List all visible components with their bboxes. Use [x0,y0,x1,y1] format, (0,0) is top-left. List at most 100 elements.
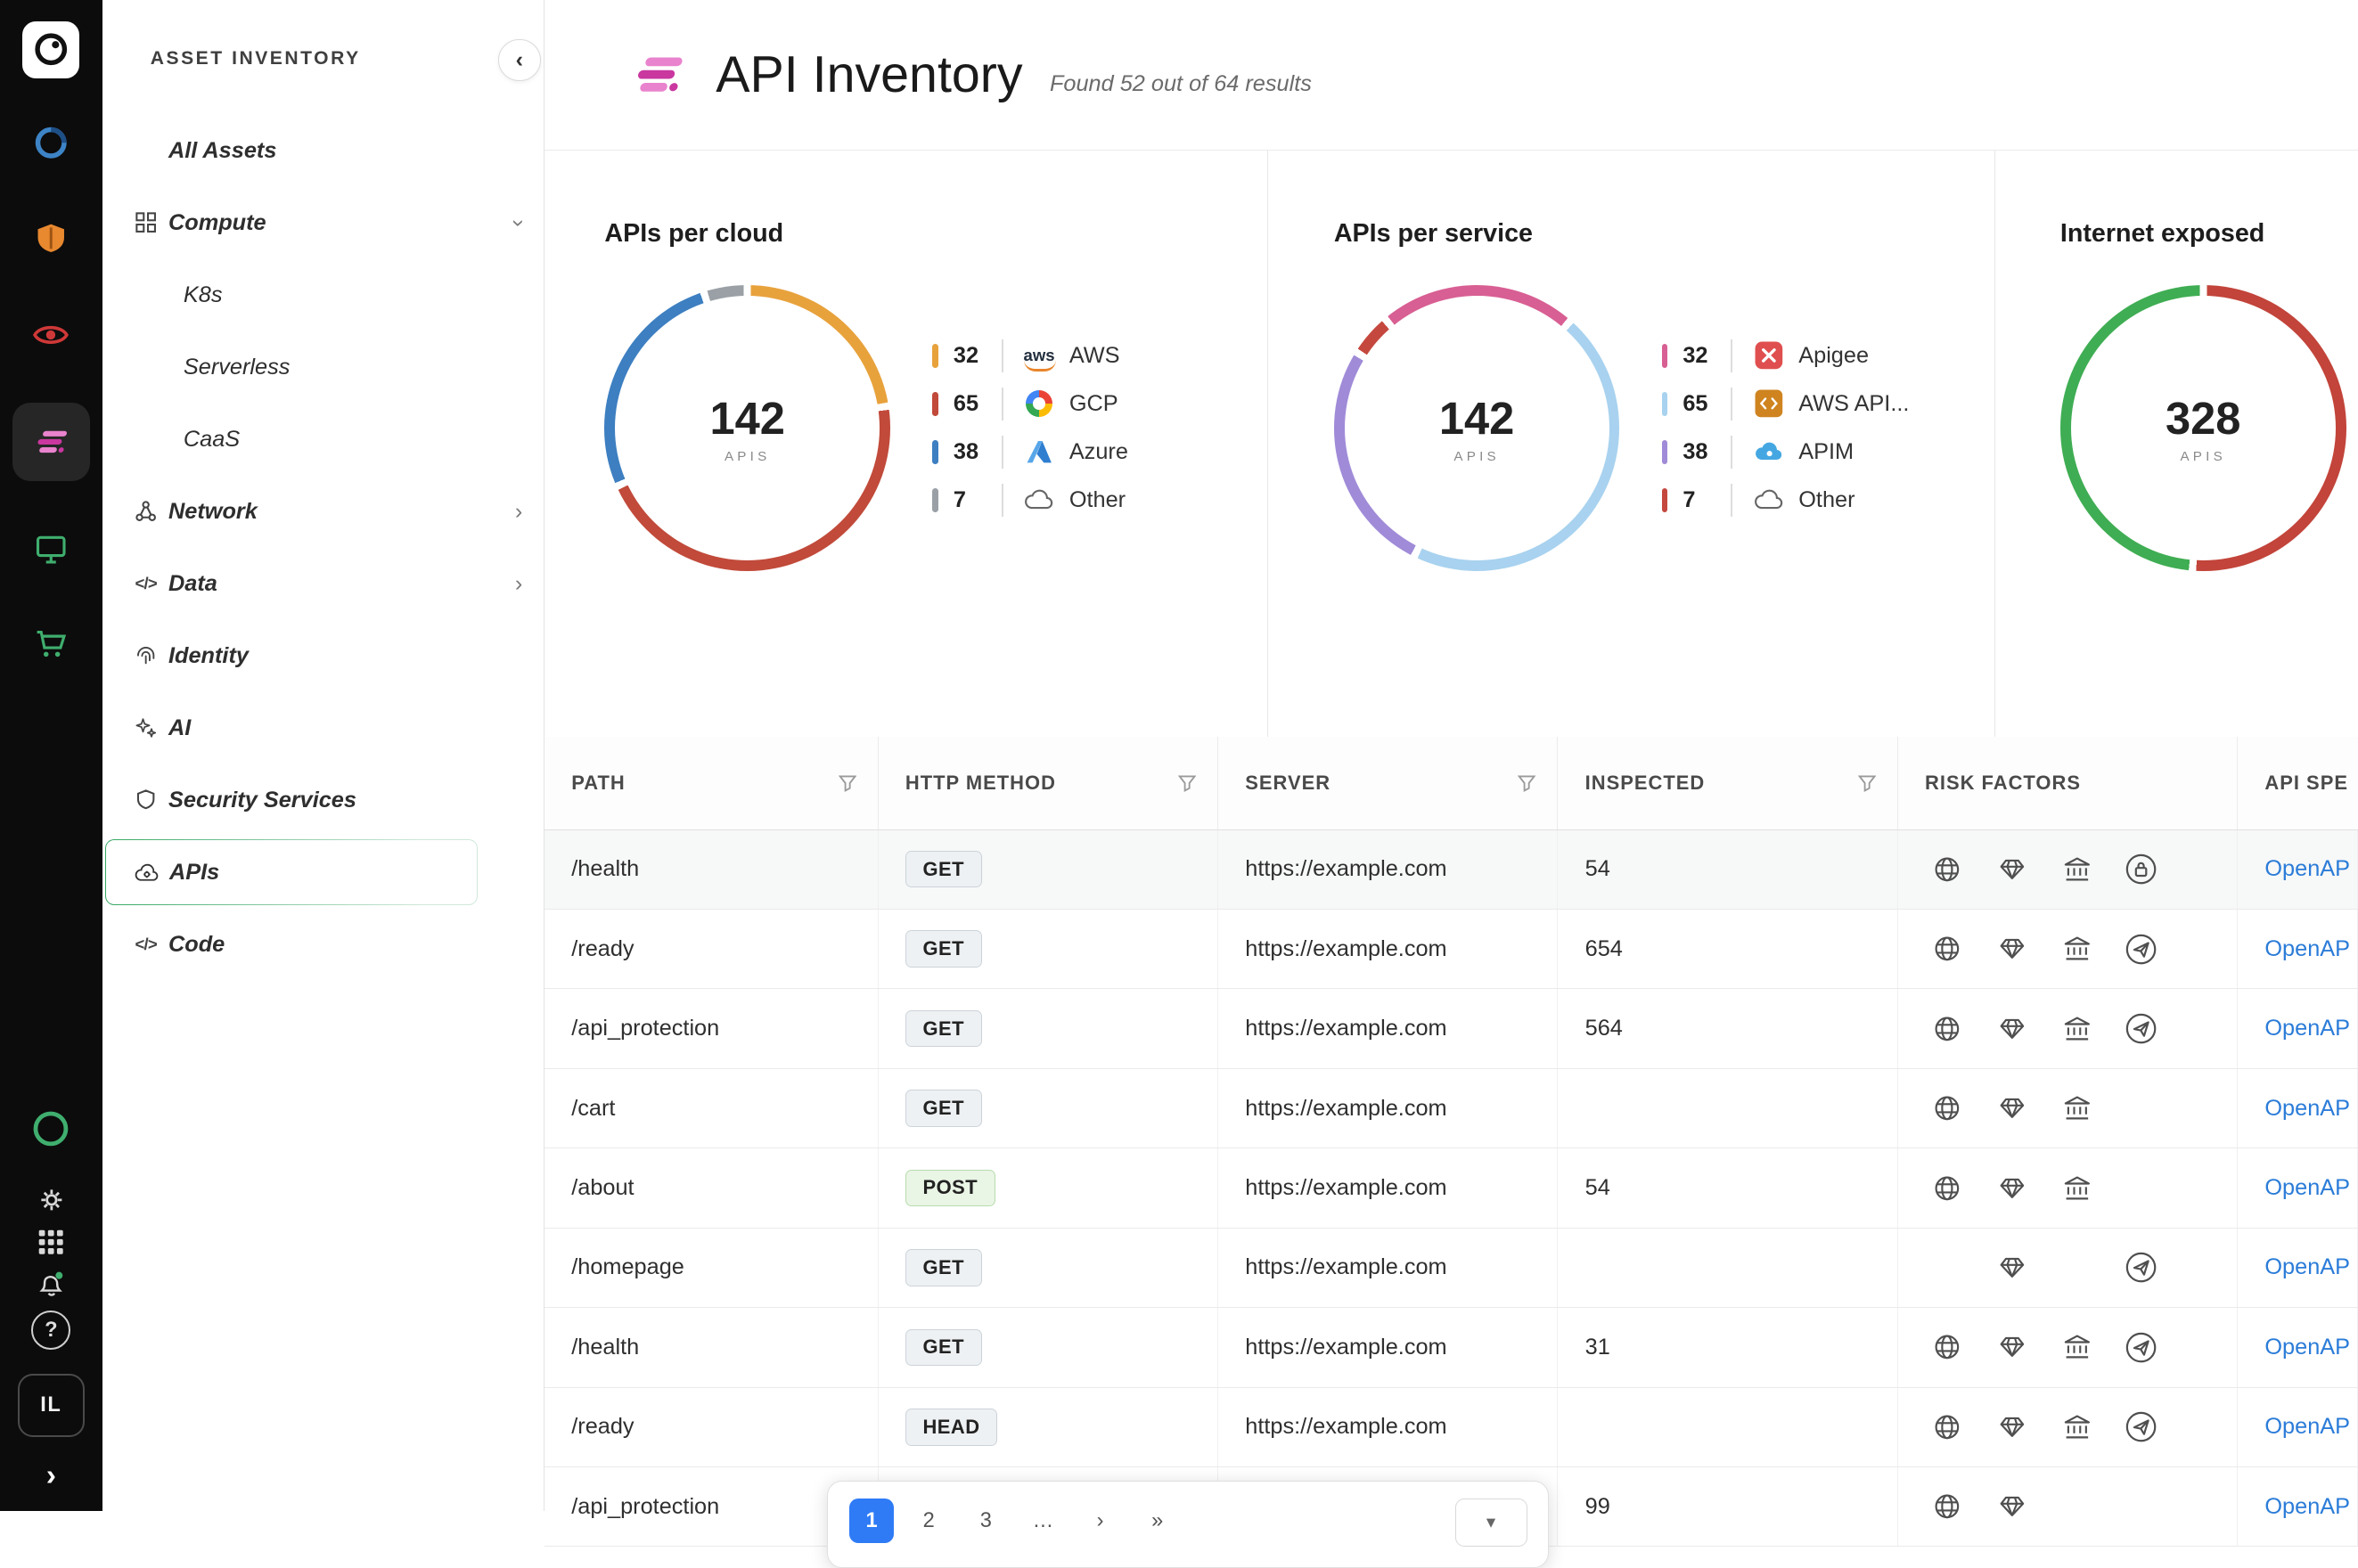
sidebar-item-compute[interactable]: Compute › [102,187,544,259]
settings-button[interactable] [22,1179,79,1221]
sidebar-item-identity[interactable]: Identity [102,620,544,692]
api-spec-link[interactable]: OpenAP [2264,1494,2350,1520]
bank-icon [2060,1410,2093,1443]
fingerprint-icon [133,644,160,666]
expand-rail-button[interactable]: › [34,1452,68,1499]
apps-grid-button[interactable] [22,1221,79,1262]
legend-label: APIM [1798,439,1854,465]
page-button-active[interactable]: 1 [849,1499,895,1544]
risk-factors-cell [1898,1229,2238,1307]
rail-item-shift-left[interactable] [22,617,79,674]
api-spec-link[interactable]: OpenAP [2264,1335,2350,1360]
api-spec-link[interactable]: OpenAP [2264,1016,2350,1041]
sidebar-item-ai[interactable]: AI [102,692,544,764]
sidebar-item-all-assets[interactable]: All Assets [102,115,544,187]
filter-icon[interactable] [1858,774,1876,792]
filter-icon[interactable] [839,774,856,792]
filter-icon[interactable] [1178,774,1196,792]
method-cell: GET [879,989,1218,1067]
card-title: APIs per service [1334,219,1995,249]
api-spec-link[interactable]: OpenAP [2264,936,2350,962]
asset-inventory-sidebar: ASSET INVENTORY ‹ All Assets Compute › K… [102,0,544,1511]
rail-secondary-logo[interactable] [22,1100,79,1157]
rail-item-security[interactable] [22,210,79,267]
api-spec-link[interactable]: OpenAP [2264,1254,2350,1280]
filter-icon[interactable] [1518,774,1535,792]
chevron-right-icon[interactable]: › [515,499,522,525]
column-header-inspected: INSPECTED [1558,737,1897,829]
user-avatar[interactable]: IL [18,1374,84,1437]
next-page-button[interactable]: › [1077,1499,1123,1544]
sidebar-item-network[interactable]: Network › [102,476,544,548]
last-page-button[interactable]: » [1134,1499,1180,1544]
table-row[interactable]: /ready HEAD https://example.com OpenAP [544,1388,2358,1467]
page-button[interactable]: … [1020,1499,1066,1544]
server-cell: https://example.com [1218,910,1558,988]
method-badge: GET [905,1010,982,1048]
sidebar-item-label: AI [168,715,191,741]
ring-logo-icon [31,1109,70,1148]
page-button[interactable]: 3 [963,1499,1009,1544]
empty-icon [2060,1251,2093,1284]
sidebar-item-security-services[interactable]: Security Services [102,764,544,837]
column-header-server: SERVER [1218,737,1558,829]
sidebar-item-code[interactable]: </> Code [102,909,544,981]
table-row[interactable]: /health GET https://example.com 31 OpenA… [544,1308,2358,1387]
bell-icon [37,1269,67,1299]
page-button[interactable]: 2 [906,1499,952,1544]
legend-row-aws-api: 65 AWS API... [1662,388,1910,421]
empty-icon [2125,1172,2157,1205]
chevron-down-icon[interactable]: › [506,219,532,226]
sidebar-item-serverless[interactable]: Serverless [102,331,544,404]
notifications-button[interactable] [22,1262,79,1304]
rail-item-discovery[interactable] [22,114,79,171]
gem-icon [1995,1410,2028,1443]
shield-icon [33,221,70,257]
rail-item-workloads[interactable] [22,520,79,577]
api-spec-link[interactable]: OpenAP [2264,1414,2350,1440]
api-inventory-icon [628,46,685,103]
table-row[interactable]: /cart GET https://example.com OpenAP [544,1069,2358,1148]
risk-factors-cell [1898,989,2238,1067]
gem-icon [1995,1490,2028,1523]
radar-icon [33,125,70,161]
legend-color-bar [932,344,938,368]
table-row[interactable]: /about POST https://example.com 54 OpenA… [544,1148,2358,1228]
card-title: Internet exposed [2060,219,2358,249]
rail-item-visibility[interactable] [22,306,79,363]
api-spec-link[interactable]: OpenAP [2264,1096,2350,1122]
compute-icon [133,211,160,233]
sidebar-item-k8s[interactable]: K8s [102,259,544,331]
sidebar-item-apis[interactable]: APIs [105,839,478,905]
page-size-select[interactable]: ▾ [1455,1499,1527,1547]
globe-icon [1931,853,1964,886]
card-title: APIs per cloud [604,219,1266,249]
risk-factors-cell [1898,1467,2238,1546]
sidebar-collapse-button[interactable]: ‹ [498,39,540,81]
table-row[interactable]: /api_protection GET https://example.com … [544,989,2358,1068]
api-spec-link[interactable]: OpenAP [2264,856,2350,882]
app-logo[interactable] [22,21,79,78]
api-cloud-gear-icon [134,861,160,885]
legend-value: 65 [1683,391,1719,417]
empty-icon [2060,1490,2093,1523]
risk-factors-cell [1898,1308,2238,1386]
donut-unit: APIs [2180,449,2225,464]
path-cell: /health [544,1308,879,1386]
sidebar-item-data[interactable]: </> Data › [102,548,544,620]
plane-icon [2125,933,2157,966]
spec-cell: OpenAP [2238,1467,2358,1546]
legend-row-gcp: 65 GCP [932,388,1128,421]
table-row[interactable]: /ready GET https://example.com 654 OpenA… [544,910,2358,989]
inspected-cell: 99 [1558,1467,1897,1546]
api-spec-link[interactable]: OpenAP [2264,1175,2350,1201]
cloud-icon [1750,484,1787,517]
results-count: Found 52 out of 64 results [1050,71,1312,97]
chevron-right-icon[interactable]: › [515,571,522,597]
table-row[interactable]: /health GET https://example.com 54 OpenA… [544,830,2358,910]
help-button[interactable]: ? [22,1305,79,1356]
table-row[interactable]: /homepage GET https://example.com OpenAP [544,1229,2358,1308]
sidebar-item-caas[interactable]: CaaS [102,404,544,476]
rail-item-api-inventory[interactable] [12,403,91,481]
legend-value: 65 [954,391,990,417]
